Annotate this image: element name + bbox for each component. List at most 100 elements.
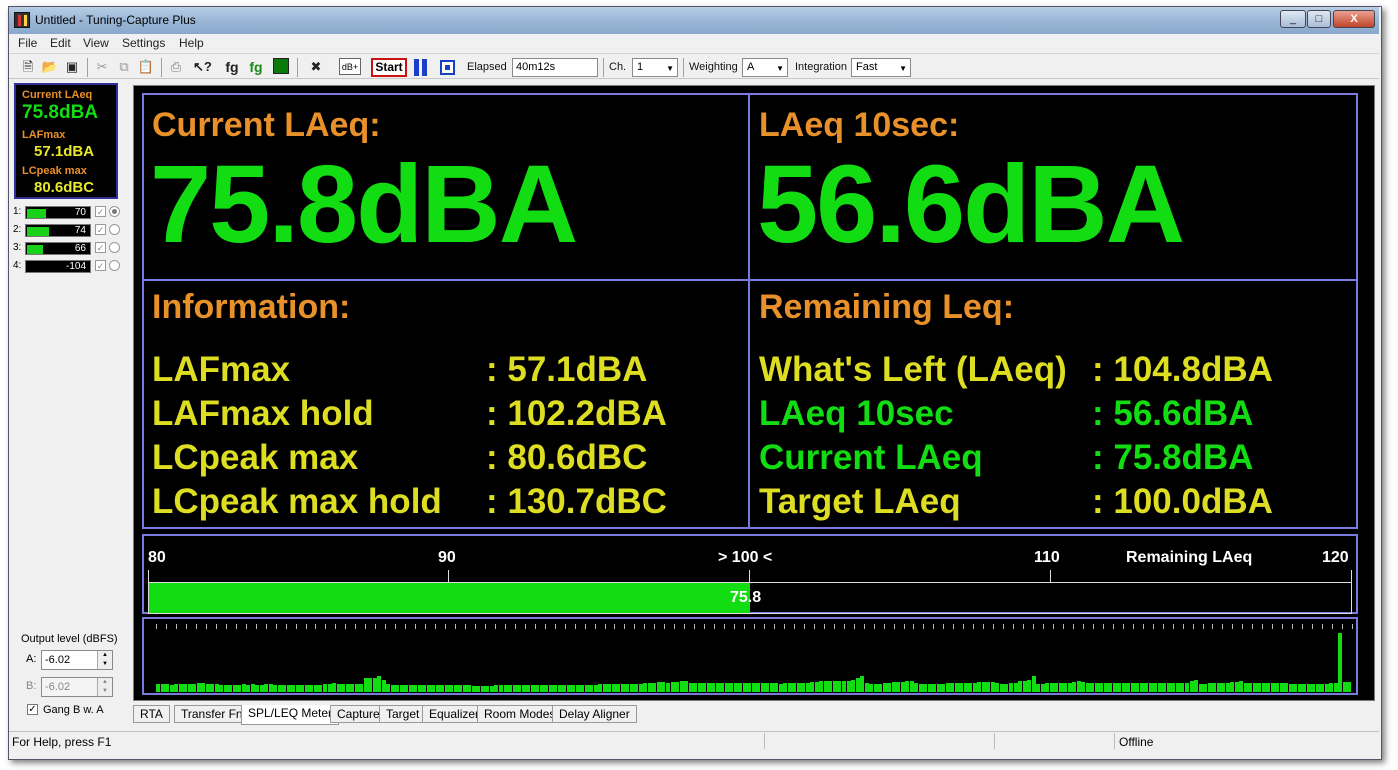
history-bar <box>508 685 512 692</box>
history-ruler-tick <box>884 624 885 629</box>
minimize-button[interactable]: _ <box>1280 10 1306 28</box>
scale-label: 90 <box>438 549 456 566</box>
history-bar <box>792 683 796 692</box>
history-ruler-tick <box>1113 624 1114 629</box>
spin-down-icon[interactable]: ▼ <box>97 687 112 696</box>
history-ruler-tick <box>1342 624 1343 629</box>
channel-select-radio[interactable] <box>109 224 120 235</box>
new-file-icon[interactable]: 🗎 <box>19 58 37 76</box>
history-bar <box>941 684 945 692</box>
stop-button[interactable] <box>440 60 455 75</box>
open-folder-icon[interactable]: 📂 <box>41 58 59 76</box>
channel-enable-checkbox[interactable]: ✓ <box>95 206 106 217</box>
history-bar <box>1248 683 1252 692</box>
channel-select-radio[interactable] <box>109 206 120 217</box>
history-ruler-tick <box>904 624 905 629</box>
weighting-select[interactable]: A ▼ <box>742 58 788 77</box>
tools-icon[interactable]: ✖ <box>307 58 325 76</box>
history-bar <box>1162 683 1166 692</box>
history-ruler-tick <box>814 624 815 629</box>
history-ruler-tick <box>724 624 725 629</box>
information-heading: Information: <box>152 288 351 326</box>
title-bar[interactable]: Untitled - Tuning-Capture Plus _ □ X <box>9 7 1379 34</box>
tab-rta[interactable]: RTA <box>133 705 170 723</box>
channel-row[interactable]: 4: -104 ✓ <box>13 260 120 274</box>
history-bar <box>968 683 972 692</box>
output-a-spinner[interactable]: -6.02 ▲ ▼ <box>41 650 113 670</box>
tab-room-modes[interactable]: Room Modes <box>477 705 563 723</box>
history-bar <box>661 682 665 692</box>
history-ruler-tick <box>1173 624 1174 629</box>
menu-view[interactable]: View <box>83 36 109 50</box>
spin-down-icon[interactable]: ▼ <box>97 660 112 669</box>
tab-delay-aligner[interactable]: Delay Aligner <box>552 705 637 723</box>
channel-select[interactable]: 1 ▼ <box>632 58 678 77</box>
history-bar <box>977 682 981 692</box>
menu-help[interactable]: Help <box>179 36 204 50</box>
history-bar <box>1117 683 1121 692</box>
copy-icon[interactable]: ⧉ <box>115 58 133 76</box>
close-button[interactable]: X <box>1333 10 1375 28</box>
spin-up-icon[interactable]: ▲ <box>97 678 112 687</box>
toolbar-separator <box>87 58 88 77</box>
history-bar <box>702 683 706 692</box>
tab-transfer-fn[interactable]: Transfer Fn <box>174 705 250 723</box>
channel-row[interactable]: 2: 74 ✓ <box>13 224 120 238</box>
tab-target[interactable]: Target <box>379 705 427 723</box>
channel-enable-checkbox[interactable]: ✓ <box>95 242 106 253</box>
channel-enable-checkbox[interactable]: ✓ <box>95 224 106 235</box>
channel-row[interactable]: 3: 66 ✓ <box>13 242 120 256</box>
tab-spl-leq-meter[interactable]: SPL/LEQ Meter <box>241 705 340 725</box>
history-bar <box>905 681 909 692</box>
output-b-spinner[interactable]: -6.02 ▲ ▼ <box>41 677 113 697</box>
history-ruler-tick <box>1272 624 1273 629</box>
app-icon[interactable] <box>14 12 30 28</box>
remaining-value: : 56.6dBA <box>1092 394 1254 433</box>
history-ruler-tick <box>505 624 506 629</box>
history-bar <box>828 681 832 692</box>
history-ruler-tick <box>1143 624 1144 629</box>
history-ruler-tick <box>365 624 366 629</box>
history-ruler-tick <box>246 624 247 629</box>
history-bar <box>914 683 918 692</box>
channel-select-radio[interactable] <box>109 260 120 271</box>
print-icon[interactable]: ⎙ <box>167 58 185 76</box>
history-ruler-tick <box>176 624 177 629</box>
pause-button[interactable] <box>412 59 428 76</box>
cut-icon[interactable]: ✂ <box>93 58 111 76</box>
chart-icon[interactable] <box>273 58 289 74</box>
gang-checkbox[interactable]: ✓ <box>27 704 38 715</box>
fg-green-icon[interactable]: fg <box>247 58 265 76</box>
history-bar <box>323 684 327 692</box>
history-ruler-tick <box>525 624 526 629</box>
history-ruler-tick <box>206 624 207 629</box>
history-bar <box>1144 683 1148 692</box>
history-ruler-tick <box>983 624 984 629</box>
history-bar <box>386 684 390 692</box>
save-icon[interactable]: ▣ <box>63 58 81 76</box>
history-bar <box>1329 683 1333 692</box>
spin-up-icon[interactable]: ▲ <box>97 651 112 660</box>
history-bar <box>291 685 295 692</box>
history-ruler-tick <box>565 624 566 629</box>
fg-icon[interactable]: fg <box>223 58 241 76</box>
history-bar <box>729 683 733 692</box>
history-ruler-tick <box>296 624 297 629</box>
history-bar <box>332 683 336 692</box>
help-pointer-icon[interactable]: ↖? <box>193 58 212 76</box>
channel-enable-checkbox[interactable]: ✓ <box>95 260 106 271</box>
menu-edit[interactable]: Edit <box>50 36 71 50</box>
menu-settings[interactable]: Settings <box>122 36 165 50</box>
menu-file[interactable]: File <box>18 36 37 50</box>
channel-row[interactable]: 1: 70 ✓ <box>13 206 120 220</box>
db-plus-button[interactable]: dB+ <box>339 58 361 75</box>
start-button[interactable]: Start <box>371 58 407 77</box>
paste-icon[interactable]: 📋 <box>137 58 155 76</box>
history-bar <box>923 684 927 692</box>
history-ruler-tick <box>1203 624 1204 629</box>
channel-select-radio[interactable] <box>109 242 120 253</box>
integration-select[interactable]: Fast ▼ <box>851 58 911 77</box>
channel-level-meter: -104 <box>25 260 91 273</box>
history-ruler-tick <box>315 624 316 629</box>
maximize-button[interactable]: □ <box>1307 10 1331 28</box>
